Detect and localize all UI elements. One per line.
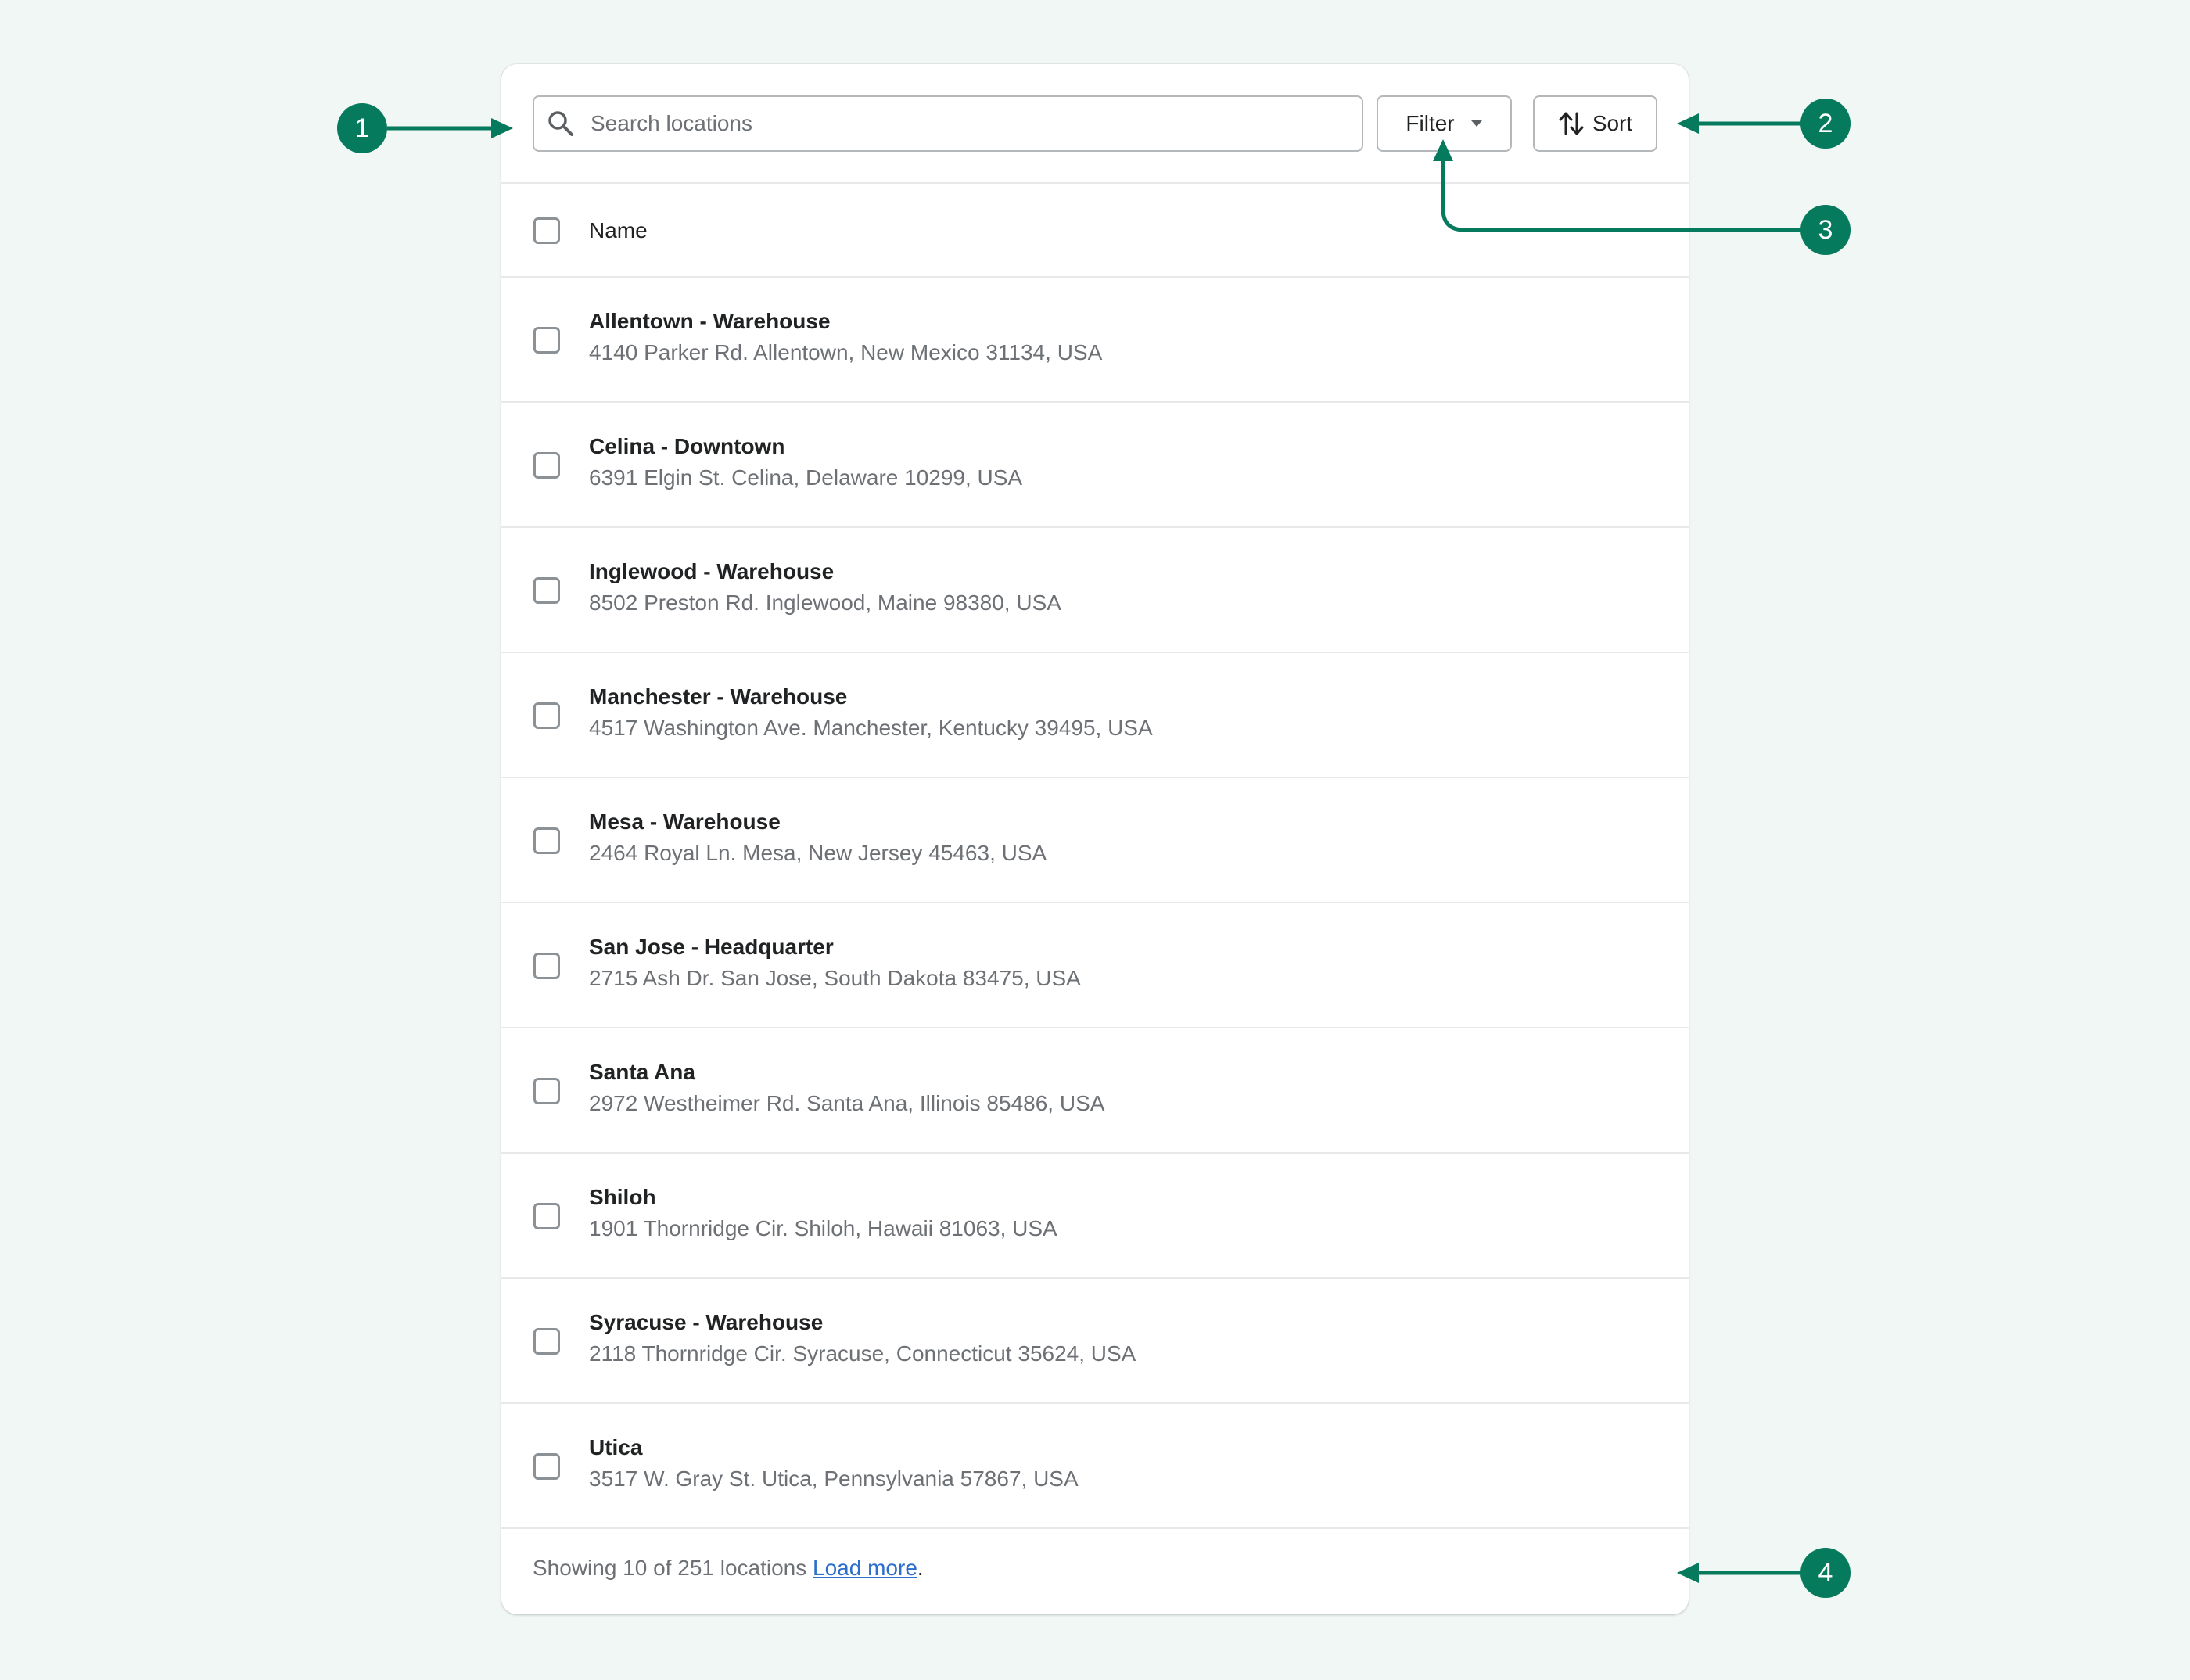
sort-button[interactable]: Sort — [1533, 95, 1657, 152]
location-address: 6391 Elgin St. Celina, Delaware 10299, U… — [589, 465, 1023, 490]
select-all-checkbox[interactable] — [533, 217, 560, 244]
location-name: Syracuse - Warehouse — [589, 1310, 824, 1334]
location-address: 2715 Ash Dr. San Jose, South Dakota 8347… — [589, 966, 1081, 990]
location-address: 1901 Thornridge Cir. Shiloh, Hawaii 8106… — [589, 1216, 1057, 1240]
location-address: 4517 Washington Ave. Manchester, Kentuck… — [589, 716, 1153, 740]
location-name: Mesa - Warehouse — [589, 809, 781, 834]
row-checkbox[interactable] — [533, 953, 560, 979]
sort-arrows-icon — [1559, 112, 1584, 135]
locations-list: Allentown - Warehouse 4140 Parker Rd. Al… — [501, 278, 1689, 1529]
location-address: 3517 W. Gray St. Utica, Pennsylvania 578… — [589, 1466, 1079, 1491]
row-checkbox[interactable] — [533, 1328, 560, 1355]
row-checkbox[interactable] — [533, 827, 560, 854]
location-name: Shiloh — [589, 1185, 656, 1209]
location-name: Santa Ana — [589, 1060, 695, 1084]
filter-button-label: Filter — [1406, 111, 1455, 135]
annotation-badge-1: 1 — [337, 103, 387, 153]
row-checkbox[interactable] — [533, 1453, 560, 1480]
row-checkbox[interactable] — [533, 702, 560, 729]
table-header: Name — [501, 184, 1689, 278]
row-checkbox[interactable] — [533, 577, 560, 604]
location-name: Celina - Downtown — [589, 434, 785, 458]
location-name: Inglewood - Warehouse — [589, 559, 835, 583]
search-input[interactable] — [589, 110, 1343, 137]
showing-count-text: Showing 10 of 251 locations — [533, 1556, 813, 1580]
location-name: Allentown - Warehouse — [589, 309, 831, 333]
location-row[interactable]: Syracuse - Warehouse 2118 Thornridge Cir… — [501, 1279, 1689, 1404]
location-address: 8502 Preston Rd. Inglewood, Maine 98380,… — [589, 591, 1061, 615]
location-name: Manchester - Warehouse — [589, 684, 848, 709]
location-row[interactable]: Santa Ana 2972 Westheimer Rd. Santa Ana,… — [501, 1028, 1689, 1154]
row-checkbox[interactable] — [533, 1203, 560, 1229]
filter-button[interactable]: Filter — [1377, 95, 1512, 152]
row-checkbox[interactable] — [533, 1078, 560, 1104]
location-row[interactable]: Celina - Downtown 6391 Elgin St. Celina,… — [501, 403, 1689, 528]
location-address: 2118 Thornridge Cir. Syracuse, Connectic… — [589, 1341, 1136, 1366]
annotation-badge-4: 4 — [1800, 1548, 1851, 1598]
sort-button-label: Sort — [1592, 111, 1633, 135]
location-address: 4140 Parker Rd. Allentown, New Mexico 31… — [589, 340, 1103, 364]
location-address: 2464 Royal Ln. Mesa, New Jersey 45463, U… — [589, 841, 1047, 865]
location-row[interactable]: Inglewood - Warehouse 8502 Preston Rd. I… — [501, 528, 1689, 653]
footer-period: . — [917, 1556, 924, 1580]
pagination-footer: Showing 10 of 251 locations Load more. — [533, 1556, 924, 1581]
name-column-header: Name — [589, 218, 648, 242]
load-more-link[interactable]: Load more — [813, 1556, 917, 1580]
annotation-badge-3: 3 — [1800, 205, 1851, 255]
toolbar: Filter Sort — [501, 64, 1689, 184]
location-name: San Jose - Headquarter — [589, 935, 834, 959]
location-row[interactable]: Allentown - Warehouse 4140 Parker Rd. Al… — [501, 278, 1689, 403]
location-address: 2972 Westheimer Rd. Santa Ana, Illinois … — [589, 1091, 1105, 1115]
caret-down-icon — [1470, 120, 1482, 127]
location-row[interactable]: Shiloh 1901 Thornridge Cir. Shiloh, Hawa… — [501, 1154, 1689, 1279]
location-row[interactable]: Manchester - Warehouse 4517 Washington A… — [501, 653, 1689, 778]
locations-card: Filter Sort Name Allentown - Warehouse 4… — [501, 64, 1689, 1614]
search-field[interactable] — [533, 95, 1363, 152]
location-name: Utica — [589, 1435, 643, 1459]
annotation-badge-2: 2 — [1800, 99, 1851, 149]
row-checkbox[interactable] — [533, 452, 560, 479]
search-icon — [548, 111, 573, 136]
row-checkbox[interactable] — [533, 327, 560, 354]
location-row[interactable]: Mesa - Warehouse 2464 Royal Ln. Mesa, Ne… — [501, 778, 1689, 903]
location-row[interactable]: San Jose - Headquarter 2715 Ash Dr. San … — [501, 903, 1689, 1028]
location-row[interactable]: Utica 3517 W. Gray St. Utica, Pennsylvan… — [501, 1404, 1689, 1529]
